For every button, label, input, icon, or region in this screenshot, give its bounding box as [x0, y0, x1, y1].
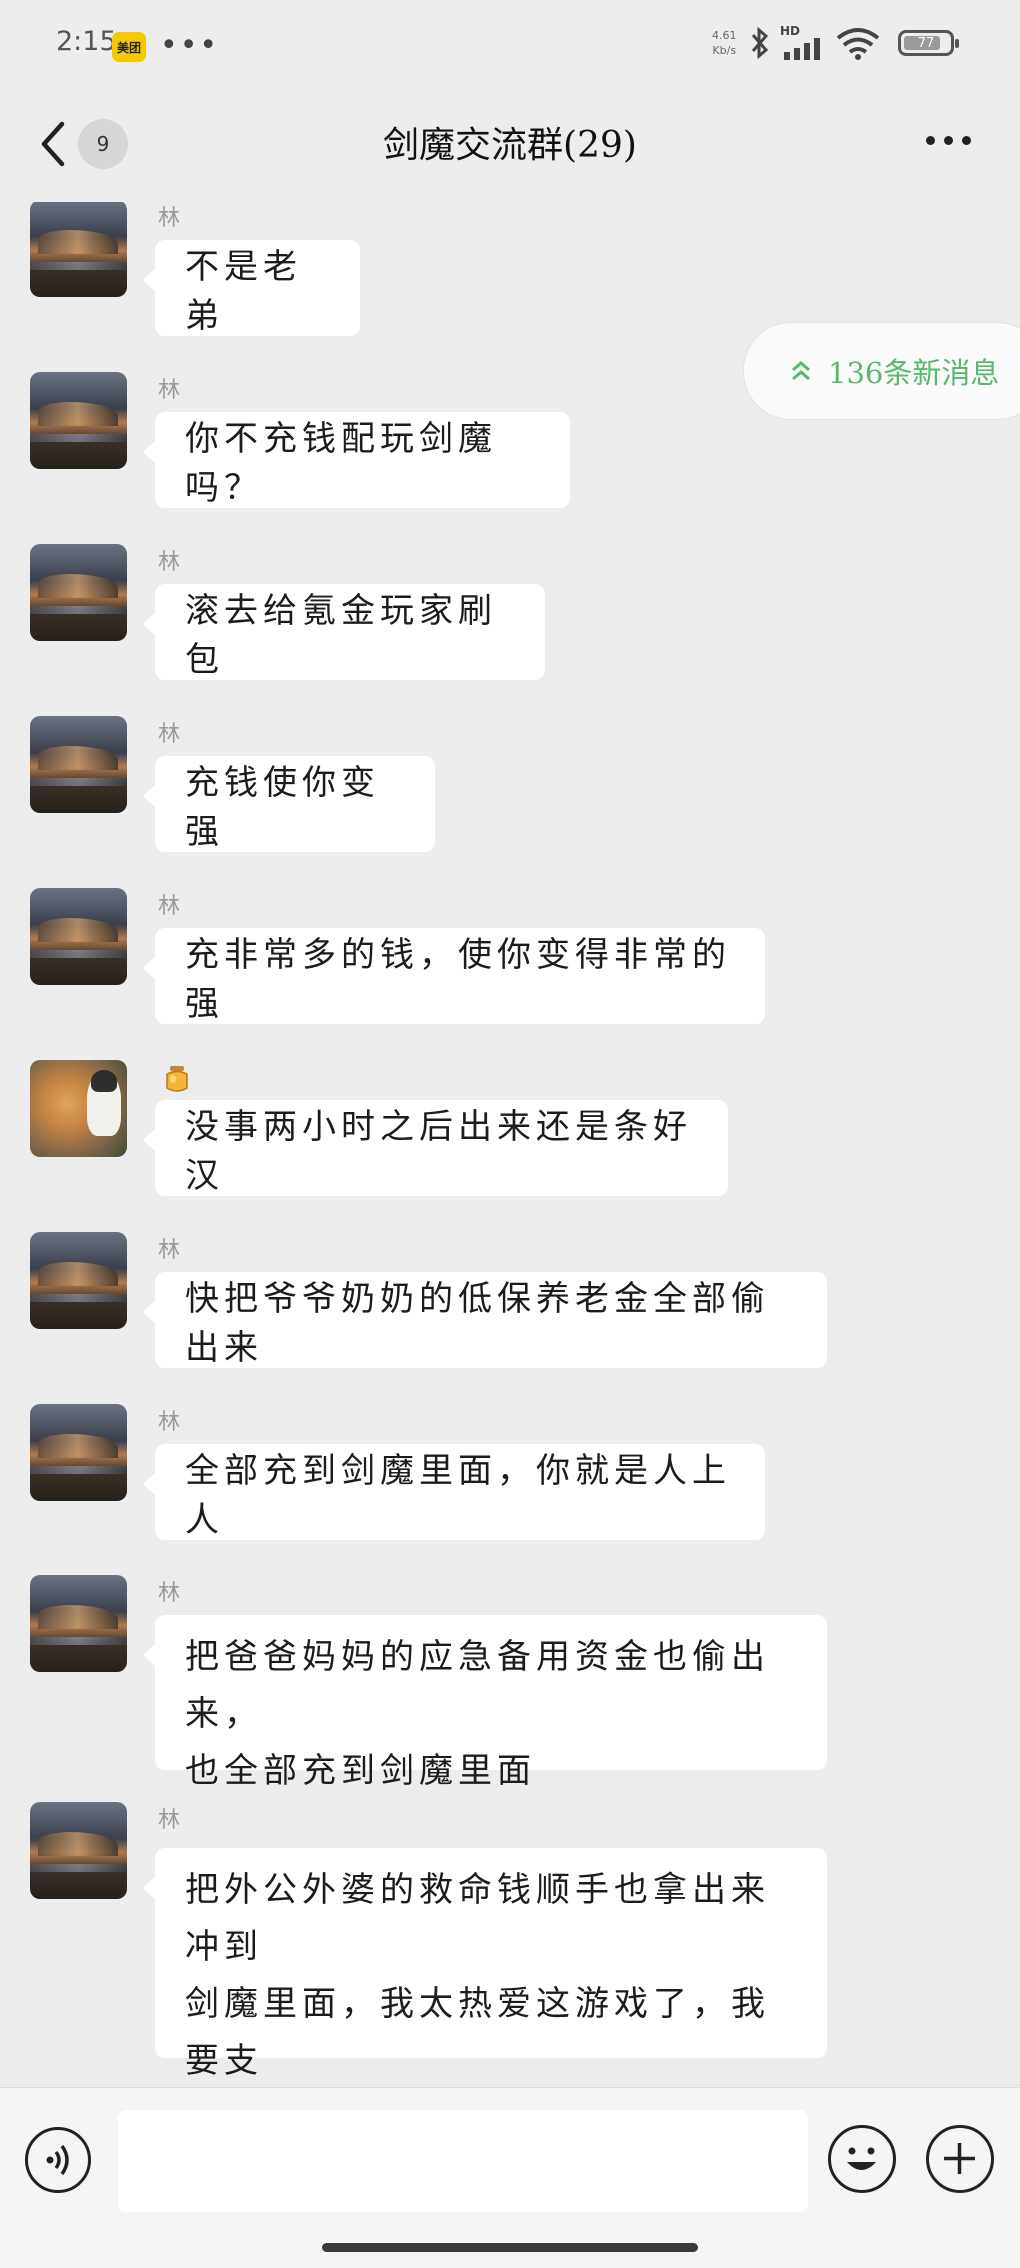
new-messages-label: 136条新消息 — [828, 356, 1000, 390]
hd-label: HD — [780, 24, 801, 38]
message-bubble[interactable]: 全部充到剑魔里面，你就是人上人 — [143, 1444, 765, 1540]
message-bubble[interactable]: 不是老弟 — [143, 240, 360, 336]
network-speed: 4.61 Kb/s — [712, 28, 737, 58]
avatar[interactable] — [30, 1232, 127, 1329]
avatar[interactable] — [30, 544, 127, 641]
message-bubble[interactable]: 你不充钱配玩剑魔吗？ — [143, 412, 570, 508]
voice-icon — [46, 2144, 69, 2176]
more-actions-button[interactable] — [926, 2125, 994, 2193]
message-bubble[interactable]: 把爸爸妈妈的应急备用资金也偷出来， 也全部充到剑魔里面 — [143, 1615, 827, 1791]
sender-name: 林 — [158, 206, 181, 231]
message-bubble[interactable]: 充非常多的钱，使你变得非常的强 — [143, 928, 765, 1024]
sender-name: 林 — [158, 1238, 181, 1263]
avatar[interactable] — [30, 1404, 127, 1501]
double-chevron-up-icon — [792, 361, 810, 381]
signal-icon: HD — [780, 24, 824, 60]
more-options-icon[interactable] — [926, 136, 971, 145]
status-time: 2:15 — [56, 26, 117, 57]
message-bubble[interactable]: 充钱使你变强 — [143, 756, 435, 852]
honey-jar-emoji-icon — [166, 1066, 188, 1092]
bluetooth-icon — [751, 26, 769, 60]
home-indicator[interactable] — [322, 2243, 698, 2252]
avatar[interactable] — [30, 716, 127, 813]
sender-name: 林 — [158, 1410, 181, 1435]
wifi-icon — [836, 28, 880, 60]
avatar[interactable] — [30, 888, 127, 985]
battery-icon: 77 — [898, 30, 959, 56]
battery-level-text: 77 — [917, 35, 935, 51]
voice-input-button[interactable] — [25, 2127, 91, 2193]
avatar[interactable] — [30, 1060, 127, 1157]
message-input[interactable] — [118, 2110, 808, 2212]
emoji-button[interactable] — [828, 2125, 896, 2193]
message-bubble[interactable]: 没事两小时之后出来还是条好汉 — [143, 1100, 728, 1196]
avatar[interactable] — [30, 372, 127, 469]
more-notifications-icon: ••• — [160, 28, 220, 63]
sender-name: 林 — [158, 1581, 181, 1606]
plus-icon — [944, 2143, 975, 2174]
avatar[interactable] — [30, 1575, 127, 1672]
sender-name: 林 — [158, 550, 181, 575]
sender-name: 林 — [158, 722, 181, 747]
sender-name: 林 — [158, 378, 181, 403]
page-title: 剑魔交流群(29) — [383, 125, 637, 166]
network-speed-unit: Kb/s — [712, 44, 737, 57]
avatar[interactable] — [30, 1802, 127, 1899]
sender-name: 林 — [158, 1808, 181, 1833]
status-bar: 2:15 美团 ••• 4.61 Kb/s HD 77 — [0, 0, 1020, 92]
avatar[interactable] — [30, 202, 127, 297]
message-bubble[interactable]: 把外公外婆的救命钱顺手也拿出来冲到 剑魔里面，我太热爱这游戏了，我要支 持这游戏 — [143, 1848, 827, 2081]
message-bubble[interactable]: 快把爷爷奶奶的低保养老金全部偷出来 — [143, 1272, 827, 1368]
message-bubble[interactable]: 滚去给氪金玩家刷包 — [143, 584, 545, 680]
message-list[interactable]: 林 不是老弟 林 你不充钱配玩剑魔吗？ 林 滚去给氪金玩家刷包 林 充钱使你变强… — [0, 202, 1020, 2087]
status-icons: HD — [750, 24, 882, 60]
sender-name: 林 — [158, 894, 181, 919]
smiley-icon — [847, 2147, 876, 2170]
network-speed-value: 4.61 — [712, 29, 737, 42]
new-messages-button[interactable]: 136条新消息 — [743, 322, 1020, 420]
meituan-app-icon: 美团 — [112, 32, 146, 62]
